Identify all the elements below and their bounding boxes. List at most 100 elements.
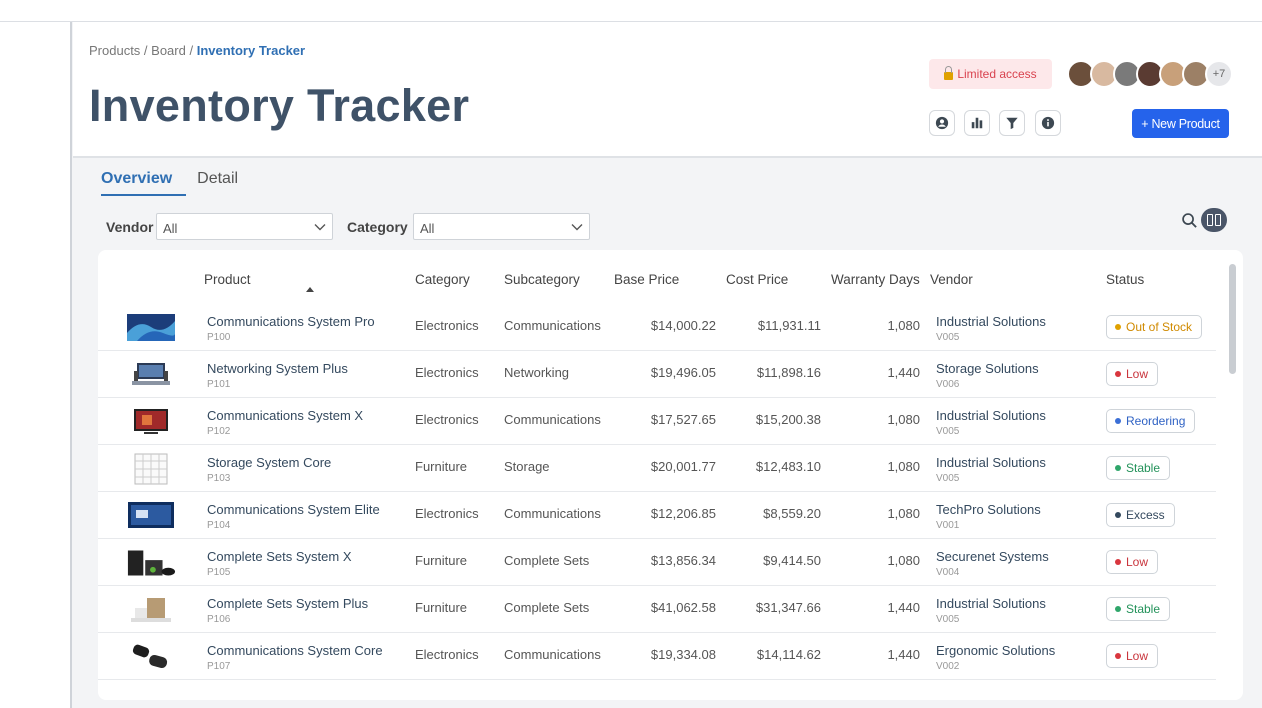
page-title: Inventory Tracker (89, 80, 470, 131)
product-thumbnail (126, 406, 176, 438)
product-id: P102 (207, 426, 231, 437)
status-dot-icon (1115, 653, 1121, 659)
column-header-vendor[interactable]: Vendor (930, 272, 973, 287)
table-row[interactable]: Complete Sets System X P105 Furniture Compl… (98, 539, 1216, 586)
vendor-name[interactable]: Securenet Systems (936, 549, 1049, 564)
chart-view-button[interactable] (964, 110, 990, 136)
tab-overview[interactable]: Overview (101, 170, 187, 196)
product-name[interactable]: Communications System Elite (207, 502, 380, 517)
product-id: P105 (207, 567, 231, 578)
product-name[interactable]: Communications System X (207, 408, 363, 423)
vendor-name[interactable]: Industrial Solutions (936, 314, 1046, 329)
limited-access-label: Limited access (957, 67, 1037, 81)
base-price-cell: $41,062.58 (650, 600, 716, 615)
vendor-name[interactable]: TechPro Solutions (936, 502, 1041, 517)
column-header-base-price[interactable]: Base Price (614, 272, 679, 287)
status-dot-icon (1115, 465, 1121, 471)
subcategory-cell: Communications (504, 647, 601, 662)
column-toggle-button[interactable] (1201, 208, 1227, 232)
category-cell: Furniture (415, 459, 468, 474)
cost-price-cell: $12,483.10 (755, 459, 821, 474)
vendor-id: V005 (936, 614, 960, 625)
user-view-button[interactable] (929, 110, 955, 136)
vendor-id: V006 (936, 379, 960, 390)
warranty-days-cell: 1,080 (887, 318, 920, 333)
category-cell: Electronics (415, 647, 479, 662)
search-icon[interactable] (1181, 212, 1198, 229)
filter-button[interactable] (999, 110, 1025, 136)
product-name[interactable]: Complete Sets System Plus (207, 596, 368, 611)
table-scrollbar[interactable] (1229, 264, 1236, 374)
warranty-days-cell: 1,440 (887, 600, 920, 615)
table-row[interactable]: Networking System Plus P101 Electronics Net… (98, 351, 1216, 398)
warranty-days-cell: 1,080 (887, 506, 920, 521)
products-table: Product Category Subcategory Base Price … (98, 250, 1243, 700)
table-row[interactable]: Communications System X P102 Electronics Co… (98, 398, 1216, 445)
category-filter-label: Category (347, 219, 408, 235)
vendor-name[interactable]: Industrial Solutions (936, 596, 1046, 611)
product-name[interactable]: Communications System Core (207, 643, 383, 658)
status-label: Excess (1126, 508, 1165, 522)
status-badge: Low (1106, 550, 1159, 574)
table-row[interactable]: Communications System Pro P100 Electronics… (98, 304, 1216, 351)
column-header-status[interactable]: Status (1106, 272, 1144, 287)
breadcrumb: Products / Board / Inventory Tracker (89, 43, 305, 58)
product-id: P106 (207, 614, 231, 625)
status-dot-icon (1115, 512, 1121, 518)
status-badge: Stable (1106, 597, 1171, 621)
category-cell: Electronics (415, 318, 479, 333)
info-icon (1041, 116, 1055, 130)
info-button[interactable] (1035, 110, 1061, 136)
vendor-name[interactable]: Ergonomic Solutions (936, 643, 1055, 658)
category-cell: Furniture (415, 553, 468, 568)
vendor-name[interactable]: Storage Solutions (936, 361, 1039, 376)
subcategory-cell: Communications (504, 506, 601, 521)
cost-price-cell: $14,114.62 (756, 647, 821, 662)
subcategory-cell: Complete Sets (504, 553, 590, 568)
table-row[interactable]: Communications System Core P107 Electronic… (98, 633, 1216, 680)
status-badge: Reordering (1106, 409, 1196, 433)
subcategory-cell: Complete Sets (504, 600, 590, 615)
product-thumbnail (126, 594, 176, 626)
table-row[interactable]: Communications System Elite P104 Electroni… (98, 492, 1216, 539)
product-id: P103 (207, 473, 231, 484)
status-dot-icon (1115, 418, 1121, 424)
status-label: Low (1126, 649, 1149, 663)
column-header-warranty-days[interactable]: Warranty Days (831, 272, 920, 287)
category-filter-select[interactable]: All (413, 213, 590, 240)
product-thumbnail (126, 453, 176, 485)
product-id: P104 (207, 520, 231, 531)
tab-detail[interactable]: Detail (197, 170, 238, 196)
collaborator-avatars[interactable]: +7 (1067, 60, 1233, 88)
breadcrumb-item-products[interactable]: Products (89, 43, 140, 58)
column-header-cost-price[interactable]: Cost Price (726, 272, 788, 287)
column-header-subcategory[interactable]: Subcategory (504, 272, 580, 287)
product-id: P100 (207, 332, 231, 343)
table-row[interactable]: Complete Sets System Plus P106 Furniture Co… (98, 586, 1216, 633)
column-header-category[interactable]: Category (415, 272, 470, 287)
product-name[interactable]: Communications System Pro (207, 314, 375, 329)
category-filter-value: All (420, 221, 435, 236)
product-name[interactable]: Storage System Core (207, 455, 331, 470)
breadcrumb-separator: / (140, 43, 152, 58)
new-product-button[interactable]: + New Product (1132, 109, 1229, 138)
category-cell: Furniture (415, 600, 468, 615)
cost-price-cell: $15,200.38 (755, 412, 821, 427)
status-badge: Out of Stock (1106, 315, 1203, 339)
vendor-id: V004 (936, 567, 960, 578)
limited-access-badge[interactable]: Limited access (929, 59, 1052, 89)
product-name[interactable]: Complete Sets System X (207, 549, 352, 564)
vendor-filter-select[interactable]: All (156, 213, 333, 240)
column-header-product[interactable]: Product (204, 272, 251, 287)
vendor-name[interactable]: Industrial Solutions (936, 455, 1046, 470)
bar-chart-icon (971, 117, 983, 129)
table-row[interactable]: Storage System Core P103 Furniture Storage $… (98, 445, 1216, 492)
product-name[interactable]: Networking System Plus (207, 361, 348, 376)
breadcrumb-item-board[interactable]: Board (151, 43, 186, 58)
columns-icon (1207, 214, 1213, 226)
more-avatars-count[interactable]: +7 (1205, 60, 1233, 88)
status-badge: Low (1106, 644, 1159, 668)
vendor-name[interactable]: Industrial Solutions (936, 408, 1046, 423)
product-id: P107 (207, 661, 231, 672)
base-price-cell: $19,334.08 (650, 647, 716, 662)
